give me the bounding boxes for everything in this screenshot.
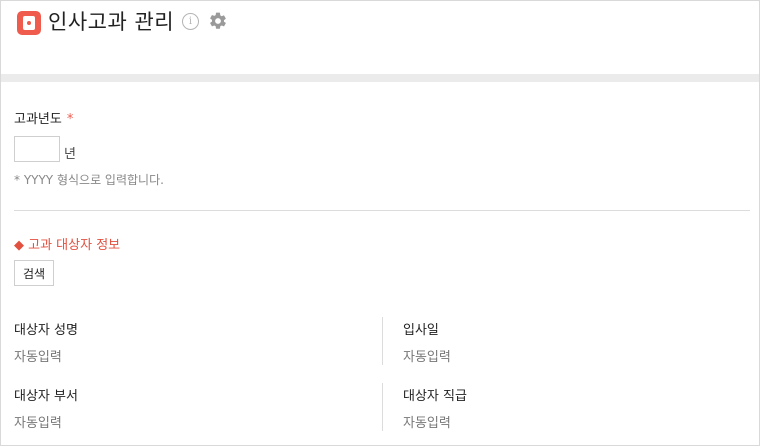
field-separator [382, 383, 383, 431]
target-rank-value: 자동입력 [403, 416, 451, 431]
person-card-icon [17, 11, 41, 35]
page-frame [0, 0, 760, 446]
target-name-label: 대상자 성명 [14, 323, 78, 338]
page-title: 인사고과 관리 [48, 10, 175, 34]
field-separator [382, 317, 383, 365]
search-button[interactable]: 검색 [14, 260, 54, 286]
year-unit: 년 [64, 147, 76, 162]
target-dept-value: 자동입력 [14, 416, 62, 431]
year-hint: * YYYY 형식으로 입력합니다. [14, 173, 164, 187]
header-divider-band [1, 74, 759, 82]
target-name-value: 자동입력 [14, 350, 62, 365]
target-section-title: ◆ 고과 대상자 정보 [14, 238, 121, 253]
gear-icon[interactable] [208, 11, 228, 31]
target-dept-label: 대상자 부서 [14, 389, 78, 404]
year-label: 고과년도 * [14, 112, 74, 127]
hire-date-value: 자동입력 [403, 350, 451, 365]
year-input[interactable] [14, 136, 60, 162]
info-icon[interactable]: i [182, 13, 199, 30]
required-mark: * [66, 112, 74, 127]
target-rank-label: 대상자 직급 [403, 389, 467, 404]
section-divider [14, 210, 750, 211]
hire-date-label: 입사일 [403, 323, 439, 338]
